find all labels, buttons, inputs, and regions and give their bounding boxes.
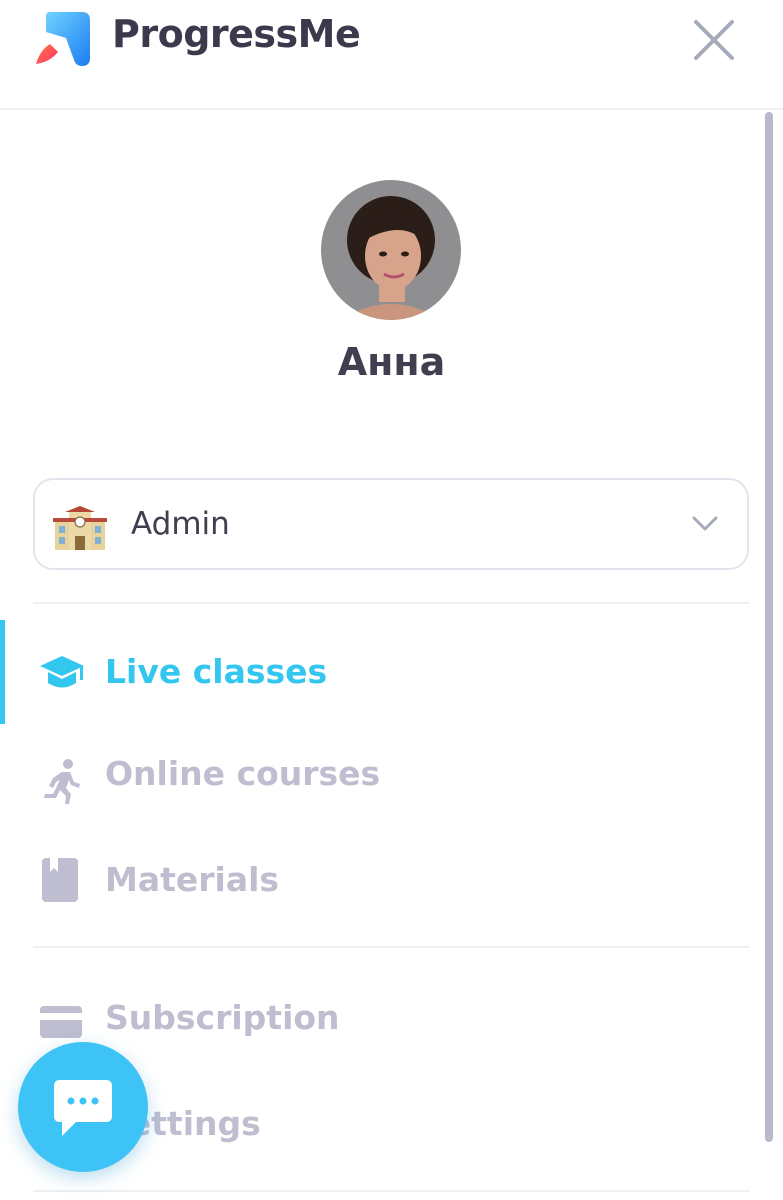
menu-label-subscription: Subscription [105,998,340,1037]
user-name: Анна [337,340,446,384]
menu-item-materials[interactable]: Materials [0,842,760,922]
divider [33,602,749,604]
divider [33,946,749,948]
avatar[interactable] [321,180,461,320]
divider [33,1190,749,1192]
side-menu-page: ProgressMe Анна Admin Live classes Onlin… [0,0,783,1200]
brand-name: ProgressMe [112,12,361,56]
header: ProgressMe [0,0,783,110]
scrollbar[interactable] [765,112,773,1142]
menu-label-live-classes: Live classes [105,652,328,691]
running-person-icon [44,759,80,804]
chat-button[interactable] [18,1042,148,1172]
credit-card-icon [40,1006,82,1038]
school-building-icon [53,506,107,550]
menu-item-online-courses[interactable]: Online courses [0,740,760,820]
menu-item-live-classes[interactable]: Live classes [0,620,760,724]
chevron-down-icon [692,516,718,531]
rocket-logo-icon[interactable] [32,10,94,70]
avatar-photo [321,180,461,320]
menu-label-materials: Materials [105,860,280,899]
role-label: Admin [131,506,230,542]
close-icon[interactable] [690,16,738,64]
menu-label-online-courses: Online courses [105,754,381,793]
chat-bubble-icon [54,1080,112,1136]
book-icon [42,858,78,902]
active-indicator [0,620,5,724]
graduation-cap-icon [40,656,84,688]
role-select[interactable]: Admin [33,478,749,570]
